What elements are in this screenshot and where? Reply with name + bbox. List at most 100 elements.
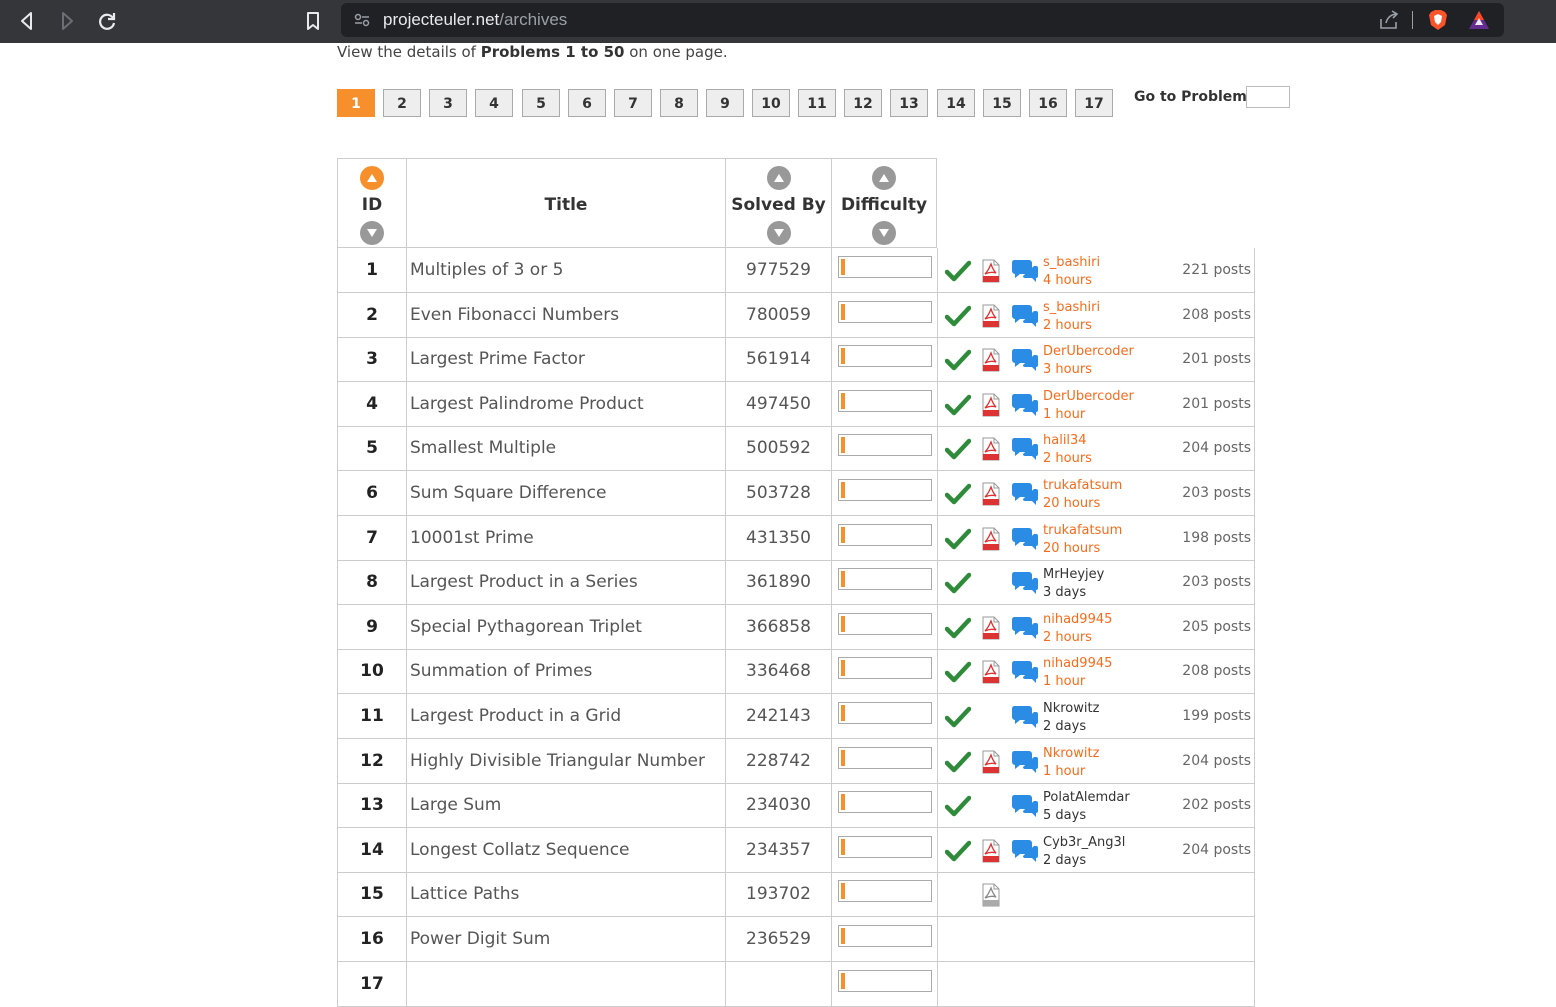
last-post-info[interactable]: halil34 2 hours: [1043, 432, 1092, 468]
brave-shields-icon[interactable]: [1427, 9, 1449, 31]
page-button-13[interactable]: 13: [890, 89, 928, 117]
last-post-info[interactable]: Nkrowitz 1 hour: [1043, 745, 1099, 781]
post-count[interactable]: 204 posts: [1182, 753, 1251, 769]
pdf-icon[interactable]: [980, 883, 1002, 907]
last-post-user[interactable]: DerUbercoder: [1043, 388, 1134, 406]
pdf-icon[interactable]: [980, 660, 1002, 684]
page-button-1[interactable]: 1: [337, 89, 375, 117]
last-post-info[interactable]: trukafatsum 20 hours: [1043, 522, 1122, 558]
last-post-info[interactable]: s_bashiri 4 hours: [1043, 254, 1100, 290]
last-post-info[interactable]: trukafatsum 20 hours: [1043, 477, 1122, 513]
problem-title-link[interactable]: Largest Prime Factor: [410, 349, 585, 369]
problem-title-link[interactable]: Lattice Paths: [410, 884, 519, 904]
rewards-icon[interactable]: [1468, 10, 1490, 30]
last-post-user[interactable]: PolatAlemdar: [1043, 789, 1130, 807]
post-count[interactable]: 208 posts: [1182, 663, 1251, 679]
page-button-2[interactable]: 2: [383, 89, 421, 117]
page-button-15[interactable]: 15: [983, 89, 1021, 117]
pdf-icon[interactable]: [980, 839, 1002, 863]
forum-icon[interactable]: [1011, 749, 1039, 780]
pdf-icon[interactable]: [980, 750, 1002, 774]
forum-icon[interactable]: [1011, 481, 1039, 512]
last-post-info[interactable]: nihad9945 1 hour: [1043, 655, 1112, 691]
post-count[interactable]: 201 posts: [1182, 351, 1251, 367]
bookmark-icon[interactable]: [300, 8, 326, 34]
sort-descending-icon[interactable]: [767, 221, 791, 245]
post-count[interactable]: 204 posts: [1182, 842, 1251, 858]
last-post-user[interactable]: Nkrowitz: [1043, 700, 1099, 718]
forum-icon[interactable]: [1011, 838, 1039, 869]
post-count[interactable]: 204 posts: [1182, 440, 1251, 456]
sort-ascending-icon[interactable]: [767, 166, 791, 190]
post-count[interactable]: 198 posts: [1182, 530, 1251, 546]
goto-problem-input[interactable]: [1246, 86, 1290, 108]
page-button-7[interactable]: 7: [614, 89, 652, 117]
page-button-3[interactable]: 3: [429, 89, 467, 117]
forum-icon[interactable]: [1011, 303, 1039, 334]
problem-title-link[interactable]: Largest Palindrome Product: [410, 394, 644, 414]
forum-icon[interactable]: [1011, 704, 1039, 735]
pdf-icon[interactable]: [980, 527, 1002, 551]
pdf-icon[interactable]: [980, 304, 1002, 328]
sort-ascending-icon[interactable]: [360, 166, 384, 190]
forum-icon[interactable]: [1011, 659, 1039, 690]
last-post-user[interactable]: MrHeyjey: [1043, 566, 1104, 584]
problem-title-link[interactable]: Longest Collatz Sequence: [410, 840, 630, 860]
problem-title-link[interactable]: Largest Product in a Series: [410, 572, 638, 592]
pdf-icon[interactable]: [980, 616, 1002, 640]
back-icon[interactable]: [14, 8, 40, 34]
problem-title-link[interactable]: Multiples of 3 or 5: [410, 260, 563, 280]
last-post-info[interactable]: s_bashiri 2 hours: [1043, 299, 1100, 335]
problem-title-link[interactable]: Summation of Primes: [410, 661, 592, 681]
site-settings-icon[interactable]: [354, 12, 370, 28]
post-count[interactable]: 199 posts: [1182, 708, 1251, 724]
forum-icon[interactable]: [1011, 392, 1039, 423]
pdf-icon[interactable]: [980, 348, 1002, 372]
problem-title-link[interactable]: Smallest Multiple: [410, 438, 556, 458]
post-count[interactable]: 203 posts: [1182, 574, 1251, 590]
problem-title-link[interactable]: Special Pythagorean Triplet: [410, 617, 642, 637]
forum-icon[interactable]: [1011, 526, 1039, 557]
last-post-user[interactable]: DerUbercoder: [1043, 343, 1134, 361]
pdf-icon[interactable]: [980, 482, 1002, 506]
forum-icon[interactable]: [1011, 570, 1039, 601]
problem-title-link[interactable]: Power Digit Sum: [410, 929, 550, 949]
last-post-info[interactable]: nihad9945 2 hours: [1043, 611, 1112, 647]
post-count[interactable]: 208 posts: [1182, 307, 1251, 323]
last-post-info[interactable]: PolatAlemdar 5 days: [1043, 789, 1130, 825]
last-post-info[interactable]: DerUbercoder 1 hour: [1043, 388, 1134, 424]
last-post-info[interactable]: DerUbercoder 3 hours: [1043, 343, 1134, 379]
address-bar[interactable]: projecteuler.net/archives: [341, 3, 1504, 37]
page-button-8[interactable]: 8: [660, 89, 698, 117]
last-post-info[interactable]: Nkrowitz 2 days: [1043, 700, 1099, 736]
intro-bold[interactable]: Problems 1 to 50: [481, 43, 625, 61]
last-post-info[interactable]: Cyb3r_Ang3l 2 days: [1043, 834, 1125, 870]
pdf-icon[interactable]: [980, 259, 1002, 283]
last-post-user[interactable]: trukafatsum: [1043, 477, 1122, 495]
page-button-16[interactable]: 16: [1029, 89, 1067, 117]
post-count[interactable]: 201 posts: [1182, 396, 1251, 412]
page-button-14[interactable]: 14: [937, 89, 975, 117]
last-post-user[interactable]: nihad9945: [1043, 655, 1112, 673]
pdf-icon[interactable]: [980, 393, 1002, 417]
page-button-4[interactable]: 4: [475, 89, 513, 117]
last-post-user[interactable]: Cyb3r_Ang3l: [1043, 834, 1125, 852]
sort-descending-icon[interactable]: [872, 221, 896, 245]
page-button-12[interactable]: 12: [844, 89, 882, 117]
last-post-user[interactable]: trukafatsum: [1043, 522, 1122, 540]
reload-icon[interactable]: [94, 8, 120, 34]
page-button-9[interactable]: 9: [706, 89, 744, 117]
post-count[interactable]: 221 posts: [1182, 262, 1251, 278]
problem-title-link[interactable]: Sum Square Difference: [410, 483, 606, 503]
last-post-info[interactable]: MrHeyjey 3 days: [1043, 566, 1104, 602]
problem-title-link[interactable]: Large Sum: [410, 795, 501, 815]
page-button-5[interactable]: 5: [522, 89, 560, 117]
problem-title-link[interactable]: Highly Divisible Triangular Number: [410, 751, 705, 771]
last-post-user[interactable]: Nkrowitz: [1043, 745, 1099, 763]
sort-descending-icon[interactable]: [360, 221, 384, 245]
post-count[interactable]: 202 posts: [1182, 797, 1251, 813]
problem-title-link[interactable]: 10001st Prime: [410, 528, 534, 548]
forum-icon[interactable]: [1011, 793, 1039, 824]
last-post-user[interactable]: halil34: [1043, 432, 1092, 450]
page-button-17[interactable]: 17: [1075, 89, 1113, 117]
